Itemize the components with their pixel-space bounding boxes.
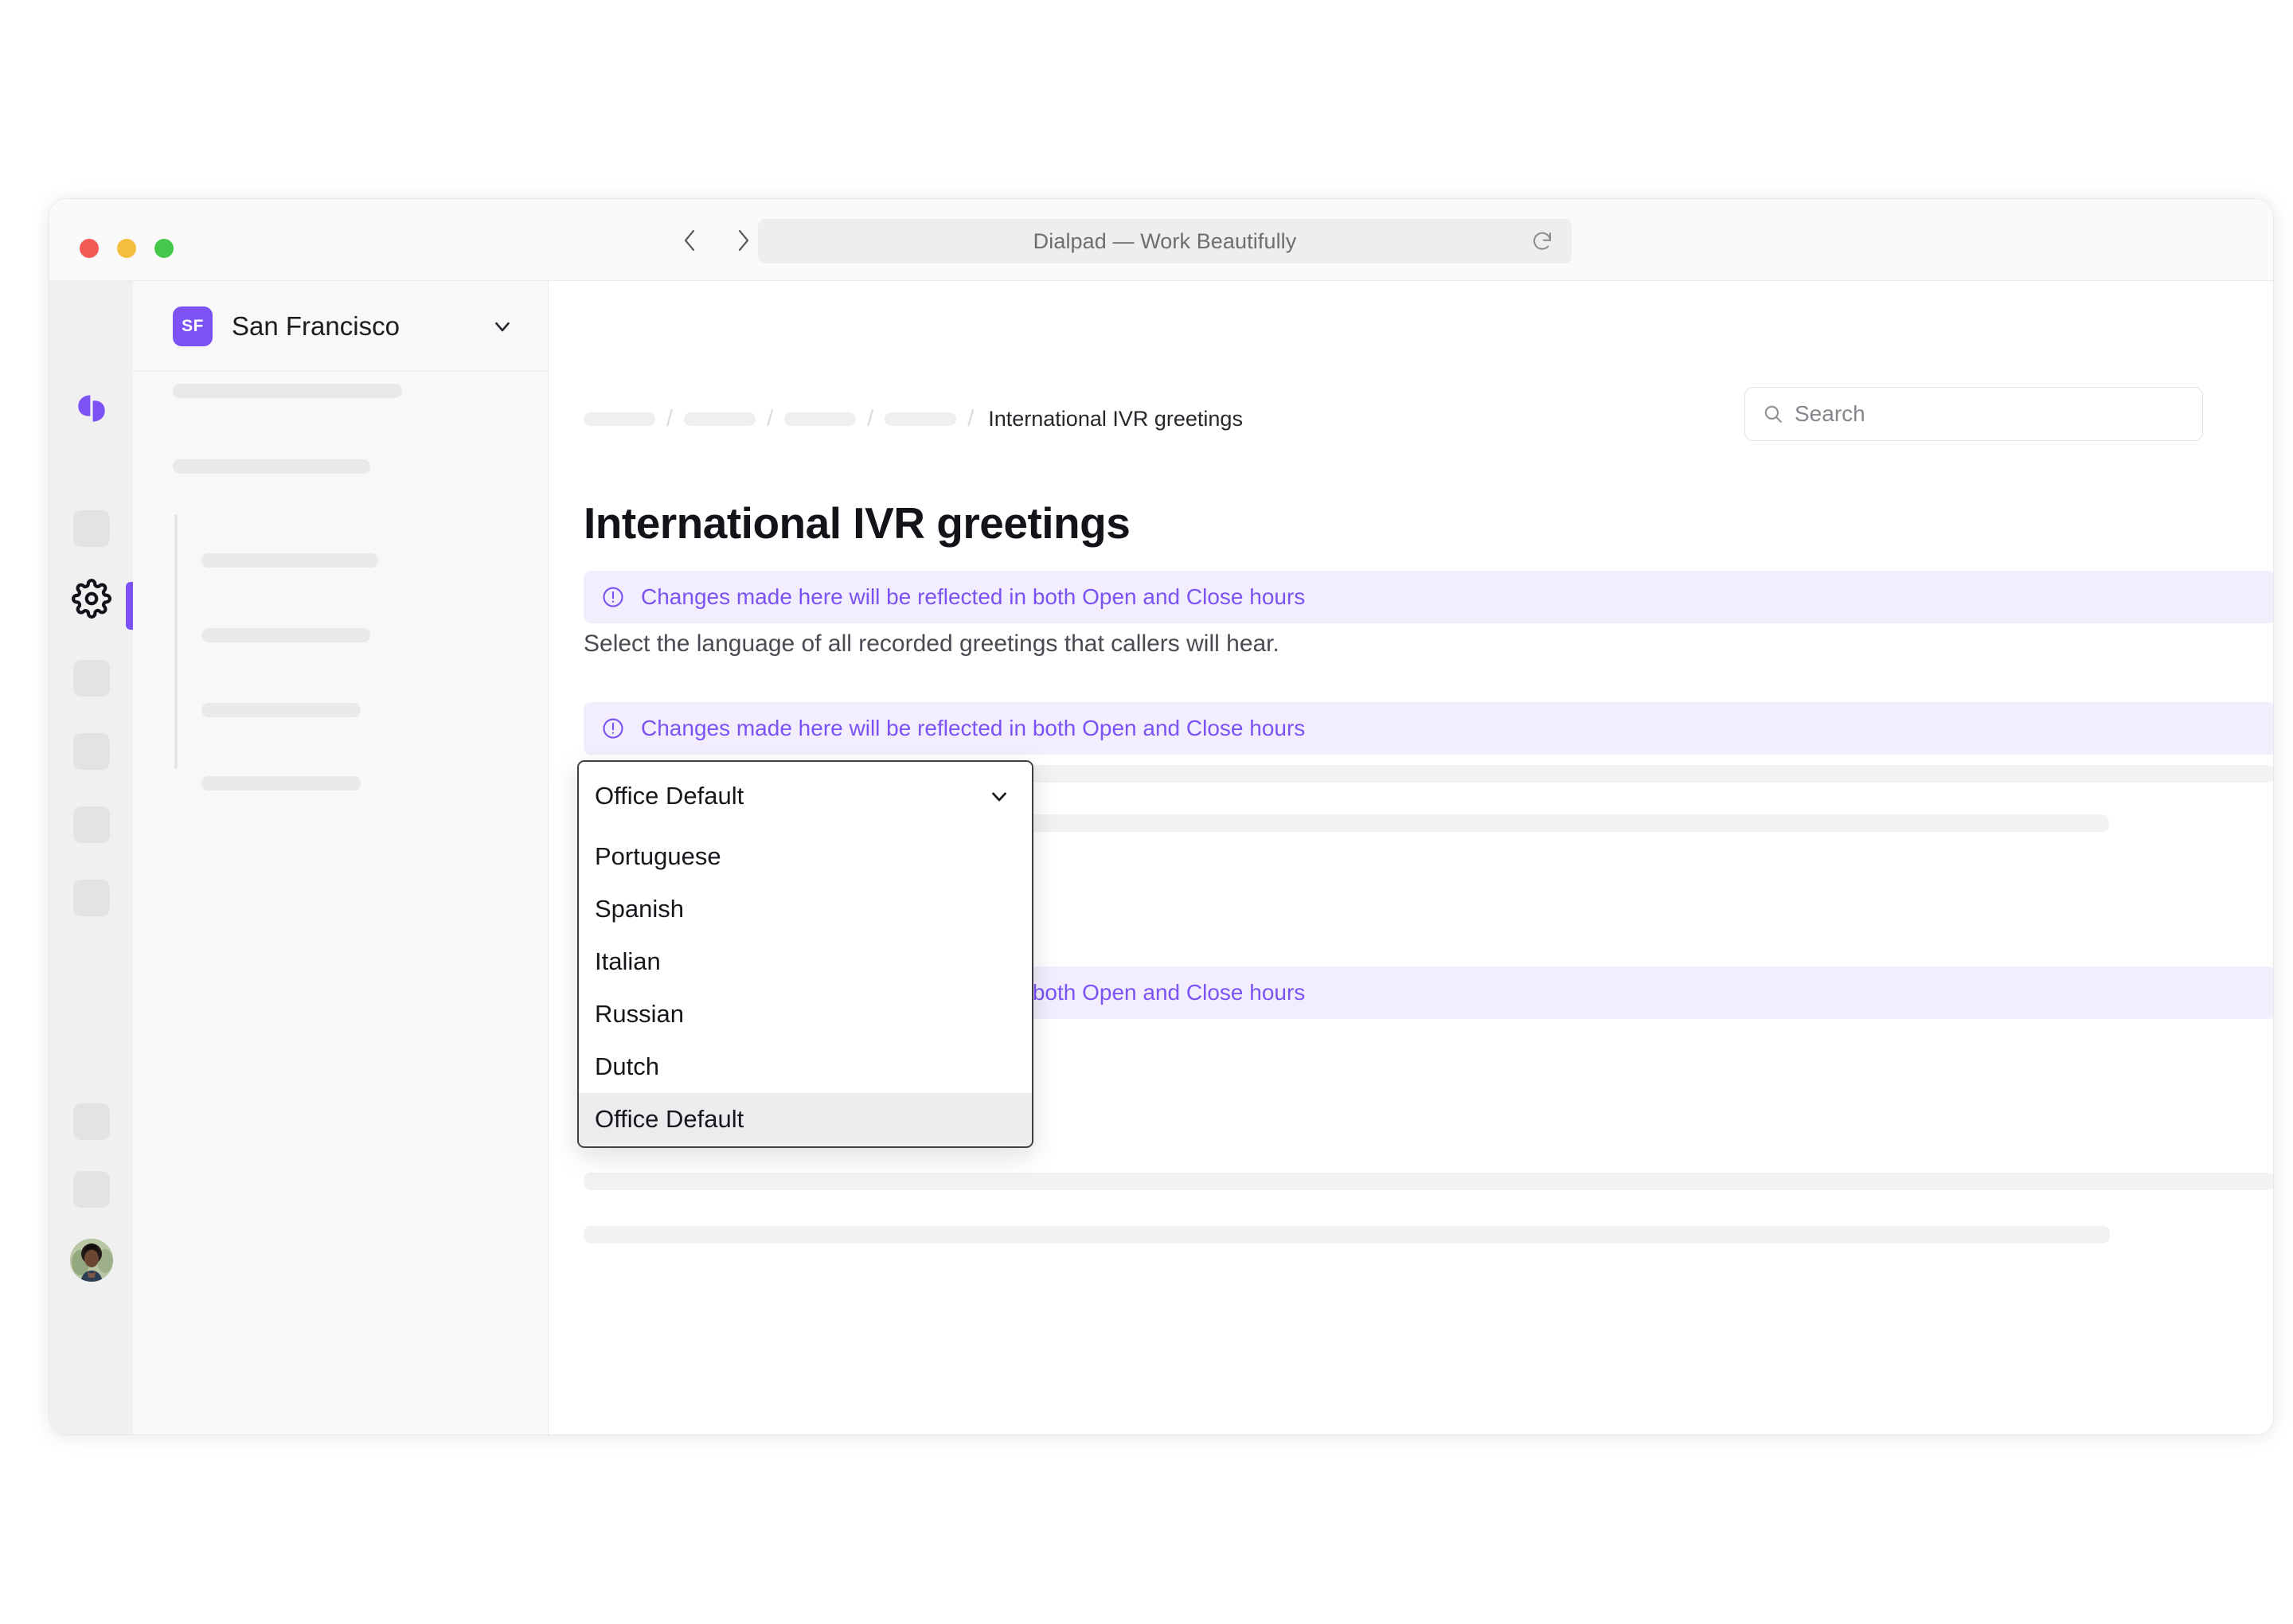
rail-item-placeholder[interactable] — [73, 510, 110, 547]
breadcrumb-placeholder[interactable] — [584, 412, 655, 426]
traffic-lights — [80, 239, 174, 258]
language-option[interactable]: Russian — [579, 988, 1032, 1040]
page-title-text: Dialpad — Work Beautifully — [1033, 228, 1297, 253]
info-circle-icon — [601, 585, 625, 609]
gear-icon — [72, 579, 111, 619]
chevron-right-icon — [738, 229, 749, 252]
main-content: / / / / International IVR greetings Sear… — [549, 281, 2273, 1435]
breadcrumb-separator: / — [666, 406, 674, 431]
icon-rail — [49, 281, 133, 1435]
maximize-window-button[interactable] — [154, 239, 174, 258]
office-name: San Francisco — [232, 310, 400, 341]
language-option[interactable]: Dutch — [579, 1040, 1032, 1093]
dialpad-logo-icon — [78, 395, 105, 422]
rail-item-placeholder[interactable] — [73, 660, 110, 697]
chevron-down-icon — [495, 322, 510, 331]
office-selector[interactable]: SF San Francisco — [133, 281, 548, 372]
sidebar-skeleton — [201, 776, 361, 791]
info-banner-text: Changes made here will be reflected in b… — [641, 716, 1306, 740]
active-indicator — [126, 582, 133, 630]
user-avatar-icon — [70, 1239, 113, 1282]
breadcrumb-current: International IVR greetings — [988, 407, 1243, 431]
minimize-window-button[interactable] — [117, 239, 136, 258]
info-banner: Changes made here will be reflected in b… — [584, 571, 2273, 623]
browser-titlebar: Dialpad — Work Beautifully — [49, 199, 2273, 281]
secondary-sidebar: SF San Francisco — [133, 281, 549, 1435]
info-circle-icon — [601, 716, 625, 740]
sidebar-skeleton — [201, 628, 370, 642]
section-description: Select the language of all recorded gree… — [584, 630, 1279, 657]
language-option-selected[interactable]: Office Default — [579, 1093, 1032, 1146]
forward-button[interactable] — [731, 227, 755, 254]
breadcrumb: / / / / International IVR greetings — [584, 407, 1243, 431]
info-banner-text: Changes made here will be reflected in b… — [641, 584, 1306, 609]
breadcrumb-separator: / — [767, 406, 774, 431]
address-bar[interactable]: Dialpad — Work Beautifully — [758, 219, 1572, 264]
language-option[interactable]: Portuguese — [579, 830, 1032, 883]
search-input[interactable]: Search — [1795, 401, 1865, 427]
avatar[interactable] — [70, 1239, 113, 1282]
sidebar-group-line — [174, 514, 178, 769]
rail-item-placeholder[interactable] — [73, 880, 110, 916]
language-dropdown-value: Office Default — [595, 782, 744, 810]
office-badge: SF — [173, 306, 213, 346]
breadcrumb-placeholder[interactable] — [885, 412, 957, 426]
rail-item-placeholder[interactable] — [73, 1171, 110, 1208]
back-button[interactable] — [678, 227, 702, 254]
breadcrumb-separator: / — [867, 406, 874, 431]
chevron-left-icon — [684, 229, 695, 252]
language-option[interactable]: Spanish — [579, 883, 1032, 935]
sidebar-skeleton — [173, 459, 370, 474]
rail-item-placeholder[interactable] — [73, 1103, 110, 1140]
reload-button[interactable] — [1530, 229, 1554, 253]
sidebar-skeleton — [201, 703, 361, 717]
sidebar-skeleton — [173, 384, 402, 398]
search-box[interactable]: Search — [1744, 387, 2203, 441]
close-window-button[interactable] — [80, 239, 99, 258]
content-skeleton — [584, 1226, 2110, 1243]
reload-icon — [1533, 232, 1551, 250]
chevron-down-icon — [987, 784, 1011, 808]
browser-nav-buttons — [678, 227, 755, 254]
dialpad-logo[interactable] — [73, 390, 110, 427]
language-dropdown-trigger[interactable]: Office Default — [579, 762, 1032, 830]
breadcrumb-separator: / — [967, 406, 975, 431]
sidebar-skeleton — [201, 553, 378, 568]
rail-item-placeholder[interactable] — [73, 806, 110, 843]
sidebar-item-settings[interactable] — [72, 579, 111, 619]
language-option[interactable]: Italian — [579, 935, 1032, 988]
search-icon — [1763, 404, 1783, 424]
rail-item-placeholder[interactable] — [73, 733, 110, 770]
office-chevron[interactable] — [490, 314, 514, 338]
language-dropdown-options: Portuguese Spanish Italian Russian Dutch… — [579, 830, 1032, 1146]
content-skeleton — [584, 1173, 2273, 1190]
page-title: International IVR greetings — [584, 498, 1131, 548]
language-dropdown: Office Default Portuguese Spanish Italia… — [577, 760, 1033, 1148]
app-body: SF San Francisco / / / / International I… — [49, 281, 2273, 1435]
breadcrumb-placeholder[interactable] — [784, 412, 857, 426]
browser-window: Dialpad — Work Beautifully SF San Franci… — [49, 199, 2273, 1435]
breadcrumb-placeholder[interactable] — [684, 412, 756, 426]
info-banner: Changes made here will be reflected in b… — [584, 702, 2273, 755]
